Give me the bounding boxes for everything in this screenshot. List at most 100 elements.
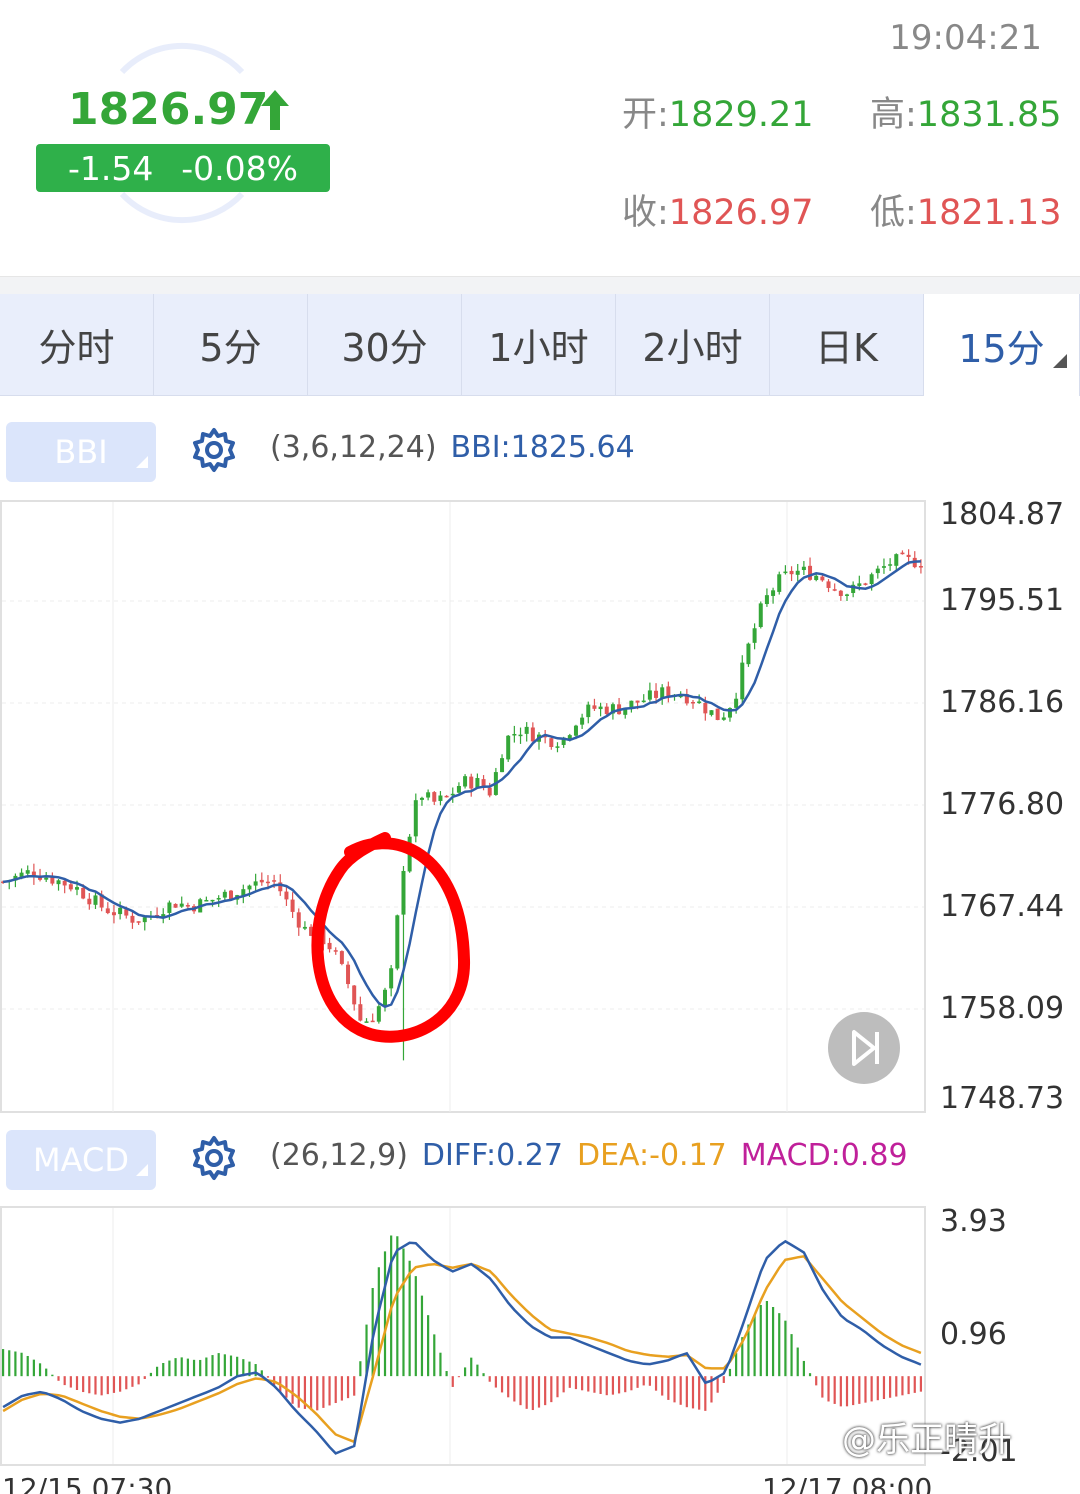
candle-body (512, 733, 517, 736)
candle-body (419, 797, 424, 800)
macd-dea: DEA:-0.17 (576, 1138, 727, 1173)
date-label-start: 12/15 07:30 (2, 1472, 173, 1494)
candle-body (487, 787, 492, 796)
bbi-indicator-button[interactable]: BBI (6, 422, 156, 482)
open-price: 开:1829.21 (622, 95, 814, 135)
candle-body (383, 989, 387, 1007)
candle-body (259, 879, 264, 883)
tab-intraday[interactable]: 分时 (0, 294, 154, 396)
candle-body (389, 968, 394, 989)
candle-body (456, 786, 461, 793)
high-price: 高:1831.85 (870, 95, 1062, 135)
candle-body (44, 877, 49, 880)
macd-chart[interactable] (0, 1206, 928, 1468)
bbi-value: BBI:1825.64 (450, 430, 635, 465)
candle-body (210, 899, 215, 902)
candle-body (118, 907, 123, 915)
low-price: 低:1821.13 (870, 193, 1062, 233)
tab-daily-k[interactable]: 日K (770, 294, 924, 396)
candle-body (87, 898, 92, 905)
candle-body (771, 590, 776, 596)
candle-body (290, 899, 295, 912)
quote-time: 19:04:21 (889, 18, 1042, 58)
candle-body (586, 704, 591, 718)
candle-body (697, 701, 702, 704)
candle-body (444, 795, 449, 798)
candle-body (339, 951, 344, 964)
candle-body (764, 595, 769, 605)
candle-body (432, 792, 437, 802)
candle-body (715, 708, 720, 721)
tab-15min[interactable]: 15分 (924, 294, 1080, 396)
candle-body (524, 726, 529, 734)
gear-icon[interactable] (190, 426, 238, 474)
y-tick-label: 1776.80 (940, 787, 1065, 822)
macd-params: (26,12,9) (270, 1138, 408, 1173)
macd-indicator-bar: MACD (26,12,9) DIFF:0.27 DEA:-0.17 MACD:0.8… (0, 1118, 1080, 1198)
y-tick-label: 1786.16 (940, 685, 1065, 720)
macd-indicator-button[interactable]: MACD (6, 1130, 156, 1190)
candle-body (296, 912, 301, 928)
candle-body (438, 795, 443, 801)
close-price: 收:1826.97 (622, 193, 814, 233)
play-next-button[interactable] (828, 1012, 900, 1084)
candle-body (826, 581, 831, 588)
tab-15min-label: 15分 (958, 326, 1045, 371)
candle-body (801, 566, 806, 571)
date-label-end: 12/17 08:00 (762, 1472, 933, 1494)
candle-body (580, 717, 585, 725)
candle-body (25, 870, 30, 874)
candle-body (302, 926, 307, 929)
candle-body (81, 887, 86, 899)
tab-2hour[interactable]: 2小时 (616, 294, 770, 396)
y-tick-label: 0.96 (940, 1317, 1007, 1352)
candle-body (265, 881, 270, 884)
candle-body (229, 890, 233, 900)
candle-body (142, 917, 147, 923)
candle-body (272, 880, 277, 882)
candle-body (894, 554, 899, 566)
candle-body (777, 574, 782, 592)
candle-body (358, 1004, 363, 1021)
tab-30min[interactable]: 30分 (308, 294, 462, 396)
arrow-up-icon (261, 90, 289, 130)
y-tick-label: 1795.51 (940, 583, 1065, 618)
y-tick-label: 1748.73 (940, 1081, 1065, 1116)
candle-body (167, 902, 172, 913)
candle-body (881, 566, 886, 568)
candle-body (370, 1020, 375, 1023)
candle-body (918, 566, 923, 568)
tab-1hour[interactable]: 1小时 (462, 294, 616, 396)
candle-body (573, 725, 578, 736)
candle-body (647, 690, 652, 700)
candle-body (111, 912, 116, 916)
skip-next-icon (852, 1030, 879, 1066)
gear-icon[interactable] (190, 1134, 238, 1182)
period-tabs: 分时 5分 30分 1小时 2小时 日K 15分 (0, 294, 1080, 396)
candle-body (352, 985, 357, 1005)
candle-body (327, 942, 332, 950)
candle-body (795, 570, 800, 575)
candle-body (832, 589, 837, 591)
dropdown-triangle-icon (1053, 354, 1067, 368)
candle-body (641, 700, 646, 703)
candle-body (346, 964, 351, 985)
candle-body (530, 727, 535, 742)
candle-body (204, 899, 209, 902)
candle-body (376, 1006, 381, 1022)
candle-body (75, 887, 79, 890)
candle-body (173, 903, 178, 908)
dropdown-triangle-icon (136, 456, 148, 468)
bbi-candlestick-chart[interactable] (0, 500, 928, 1114)
candle-body (604, 706, 609, 715)
candle-body (783, 571, 788, 574)
chart-frame (0, 500, 926, 1113)
current-price: 1826.97 (68, 84, 269, 135)
candle-body (758, 603, 763, 628)
tab-5min[interactable]: 5分 (154, 294, 308, 396)
candle-body (216, 898, 221, 900)
candle-body (863, 583, 868, 585)
candle-body (500, 758, 505, 773)
candle-body (709, 710, 714, 715)
candle-body (635, 700, 640, 703)
